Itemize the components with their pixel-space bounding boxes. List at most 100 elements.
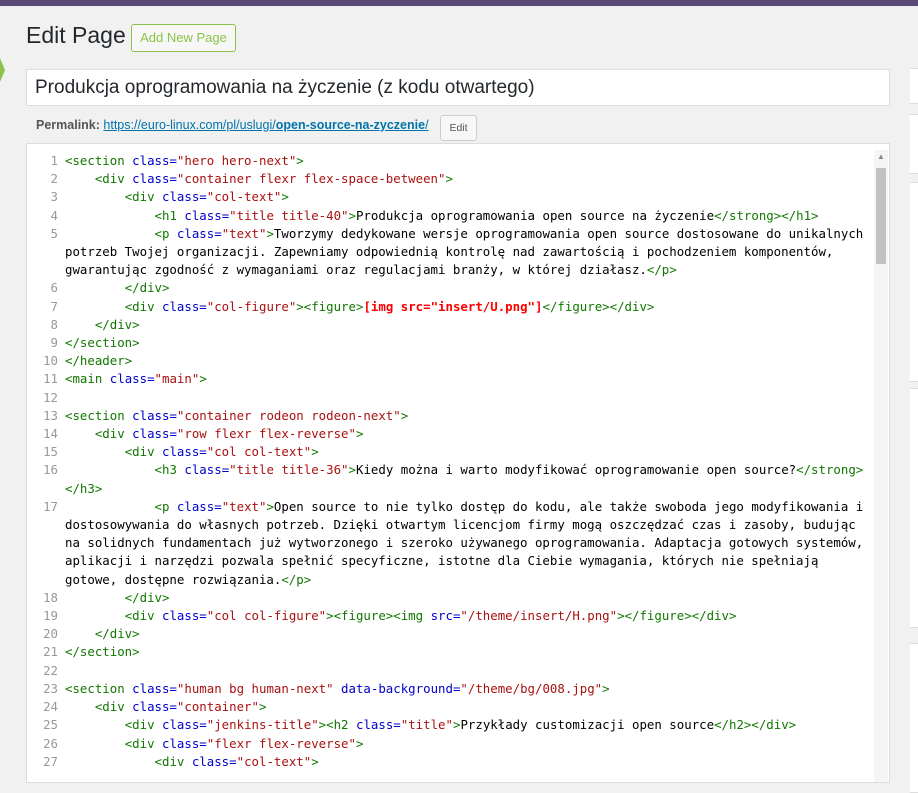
line-number: 12: [43, 389, 58, 405]
line-number: 15: [43, 444, 58, 460]
code-line[interactable]: 2 <div class="container flexr flex-space…: [28, 170, 874, 188]
scroll-up-icon[interactable]: ▲: [874, 150, 888, 164]
code-line[interactable]: 22: [28, 662, 874, 680]
line-number: 13: [43, 407, 58, 423]
code-text[interactable]: <div class="col-text">: [58, 188, 874, 206]
code-text[interactable]: </div>: [58, 625, 874, 643]
code-text[interactable]: </section>: [58, 643, 874, 661]
code-line[interactable]: 19 <div class="col col-figure"><figure><…: [28, 607, 874, 625]
line-number: 1: [50, 153, 58, 168]
code-text[interactable]: <p class="text">Tworzymy dedykowane wers…: [58, 225, 874, 280]
code-text[interactable]: <h3 class="title title-36">Kiedy można i…: [58, 461, 874, 497]
code-text[interactable]: [58, 662, 874, 680]
line-number: 25: [43, 717, 58, 733]
code-line[interactable]: 13 <section class="container rodeon rodeo…: [28, 407, 874, 425]
code-area[interactable]: 1 <section class="hero hero-next"> 2 <div …: [28, 152, 874, 782]
code-text[interactable]: <div class="col-text">: [58, 753, 874, 771]
code-line[interactable]: 3 <div class="col-text">: [28, 188, 874, 206]
post-title-input[interactable]: Produkcja oprogramowania na życzenie (z …: [26, 69, 890, 106]
code-line[interactable]: 5 <p class="text">Tworzymy dedykowane we…: [28, 225, 874, 280]
code-line[interactable]: 4 <h1 class="title title-40">Produkcja o…: [28, 207, 874, 225]
code-line[interactable]: 1 <section class="hero hero-next">: [28, 152, 874, 170]
editor-scrollbar[interactable]: ▲: [874, 150, 888, 782]
line-number: 3: [50, 189, 58, 205]
code-line[interactable]: 20 </div>: [28, 625, 874, 643]
edit-permalink-button[interactable]: Edit: [440, 115, 477, 141]
line-number: 6: [50, 280, 58, 296]
line-number: 2: [50, 171, 58, 187]
permalink-base: https://euro-linux.com/pl/uslugi/: [103, 118, 276, 132]
code-text[interactable]: <div class="container flexr flex-space-b…: [58, 170, 874, 188]
line-number: 11: [43, 371, 58, 387]
line-number: 14: [43, 426, 58, 442]
permalink-label: Permalink:: [36, 118, 100, 132]
code-line[interactable]: 8 </div>: [28, 316, 874, 334]
code-text[interactable]: <div class="flexr flex-reverse">: [58, 735, 874, 753]
line-number: 9: [50, 335, 58, 351]
line-number: 26: [43, 735, 58, 751]
permalink-row: Permalink: https://euro-linux.com/pl/usl…: [36, 118, 429, 132]
sidebar-edge: [0, 58, 5, 82]
code-line[interactable]: 10 </header>: [28, 352, 874, 370]
line-number: 24: [43, 699, 58, 715]
code-line[interactable]: 25 <div class="jenkins-title"><h2 class=…: [28, 716, 874, 734]
code-text[interactable]: <div class="jenkins-title"><h2 class="ti…: [58, 716, 874, 734]
code-text[interactable]: [58, 389, 874, 407]
side-panel-segment: [910, 114, 918, 174]
line-number: 10: [43, 353, 58, 369]
code-line[interactable]: 12: [28, 389, 874, 407]
code-text[interactable]: <div class="row flexr flex-reverse">: [58, 425, 874, 443]
line-number: 18: [43, 589, 58, 605]
code-text[interactable]: <main class="main">: [58, 370, 874, 388]
code-text[interactable]: </div>: [58, 316, 874, 334]
page-title: Edit Page: [26, 22, 126, 48]
line-number: 19: [43, 608, 58, 624]
line-number: 23: [43, 680, 58, 696]
add-new-page-button[interactable]: Add New Page: [131, 24, 236, 52]
code-text[interactable]: </div>: [58, 279, 874, 297]
code-line[interactable]: 24 <div class="container">: [28, 698, 874, 716]
line-number: 5: [50, 225, 58, 241]
code-line[interactable]: 7 <div class="col-figure"><figure>[img s…: [28, 298, 874, 316]
line-number: 21: [43, 644, 58, 660]
code-text[interactable]: </section>: [58, 334, 874, 352]
admin-bar: [0, 0, 918, 6]
side-panel-segment: [910, 68, 918, 104]
permalink-trailing: /: [425, 118, 429, 132]
code-line[interactable]: 15 <div class="col col-text">: [28, 443, 874, 461]
code-line[interactable]: 23 <section class="human bg human-next" d…: [28, 680, 874, 698]
code-text[interactable]: </div>: [58, 589, 874, 607]
code-text[interactable]: </header>: [58, 352, 874, 370]
code-text[interactable]: <p class="text">Open source to nie tylko…: [58, 498, 874, 589]
code-text[interactable]: <div class="col col-figure"><figure><img…: [58, 607, 874, 625]
code-text[interactable]: <div class="container">: [58, 698, 874, 716]
line-number: 8: [50, 316, 58, 332]
code-line[interactable]: 17 <p class="text">Open source to nie ty…: [28, 498, 874, 589]
permalink-link[interactable]: https://euro-linux.com/pl/uslugi/open-so…: [103, 118, 428, 132]
line-number: 16: [43, 462, 58, 478]
code-line[interactable]: 6 </div>: [28, 279, 874, 297]
code-text[interactable]: <section class="human bg human-next" dat…: [58, 680, 874, 698]
line-number: 27: [43, 753, 58, 769]
code-line[interactable]: 21 </section>: [28, 643, 874, 661]
code-line[interactable]: 11 <main class="main">: [28, 370, 874, 388]
right-sidebar-edge: [910, 68, 918, 793]
code-text[interactable]: <div class="col-figure"><figure>[img src…: [58, 298, 874, 316]
scroll-thumb[interactable]: [876, 168, 886, 264]
code-line[interactable]: 26 <div class="flexr flex-reverse">: [28, 735, 874, 753]
code-line[interactable]: 18 </div>: [28, 589, 874, 607]
code-line[interactable]: 27 <div class="col-text">: [28, 753, 874, 771]
code-text[interactable]: <h1 class="title title-40">Produkcja opr…: [58, 207, 874, 225]
line-number: 20: [43, 626, 58, 642]
code-line[interactable]: 16 <h3 class="title title-36">Kiedy możn…: [28, 461, 874, 497]
code-text[interactable]: <div class="col col-text">: [58, 443, 874, 461]
code-line[interactable]: 14 <div class="row flexr flex-reverse">: [28, 425, 874, 443]
code-line[interactable]: 9 </section>: [28, 334, 874, 352]
line-number: 17: [43, 498, 58, 514]
code-text[interactable]: <section class="hero hero-next">: [58, 152, 874, 170]
line-number: 4: [50, 207, 58, 223]
line-number: 22: [43, 662, 58, 678]
code-editor[interactable]: 1 <section class="hero hero-next"> 2 <div …: [26, 143, 890, 783]
side-panel-segment: [910, 388, 918, 628]
code-text[interactable]: <section class="container rodeon rodeon-…: [58, 407, 874, 425]
